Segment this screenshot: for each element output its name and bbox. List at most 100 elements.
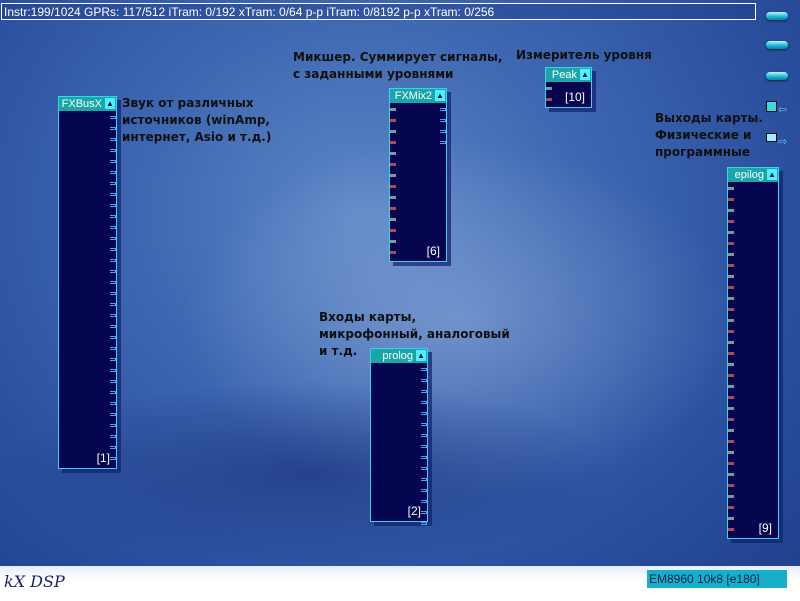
input-pin[interactable]: [390, 207, 396, 210]
output-pin[interactable]: [421, 401, 427, 404]
input-pin[interactable]: [390, 108, 396, 111]
input-pin[interactable]: [390, 185, 396, 188]
output-pin[interactable]: [110, 182, 116, 185]
output-pin[interactable]: [110, 413, 116, 416]
output-pin[interactable]: [110, 358, 116, 361]
input-pin[interactable]: [728, 451, 734, 454]
output-pin[interactable]: [440, 119, 446, 122]
input-pin[interactable]: [728, 330, 734, 333]
input-pin[interactable]: [728, 242, 734, 245]
output-pin[interactable]: [110, 116, 116, 119]
collapse-arrow-icon[interactable]: ▲: [580, 69, 590, 80]
output-pin[interactable]: [110, 270, 116, 273]
input-pin[interactable]: [728, 231, 734, 234]
input-pin[interactable]: [728, 374, 734, 377]
input-pin[interactable]: [728, 264, 734, 267]
input-pin[interactable]: [728, 297, 734, 300]
output-pin[interactable]: [421, 467, 427, 470]
input-pin[interactable]: [728, 198, 734, 201]
input-pin[interactable]: [728, 418, 734, 421]
output-pin[interactable]: [110, 138, 116, 141]
input-pin[interactable]: [728, 495, 734, 498]
output-pin[interactable]: [421, 390, 427, 393]
output-pin[interactable]: [110, 248, 116, 251]
input-pin[interactable]: [390, 163, 396, 166]
output-pin[interactable]: [110, 347, 116, 350]
output-pin[interactable]: [110, 292, 116, 295]
output-pin[interactable]: [110, 369, 116, 372]
output-pin[interactable]: [110, 127, 116, 130]
collapse-arrow-icon[interactable]: ▲: [105, 98, 115, 109]
input-pin[interactable]: [728, 407, 734, 410]
menu-button-3[interactable]: [766, 72, 788, 80]
input-pin[interactable]: [728, 319, 734, 322]
output-pin[interactable]: [110, 446, 116, 449]
block-title[interactable]: FXMix2 ▲: [390, 89, 446, 103]
input-pin[interactable]: [390, 240, 396, 243]
input-pin[interactable]: [728, 506, 734, 509]
input-pin[interactable]: [728, 363, 734, 366]
input-pin[interactable]: [390, 141, 396, 144]
output-pin[interactable]: [440, 130, 446, 133]
output-pin[interactable]: [421, 412, 427, 415]
input-pin[interactable]: [728, 429, 734, 432]
output-pin[interactable]: [440, 108, 446, 111]
input-pin[interactable]: [390, 174, 396, 177]
input-pin[interactable]: [390, 229, 396, 232]
input-pin[interactable]: [390, 251, 396, 254]
output-pin[interactable]: [110, 336, 116, 339]
output-pin[interactable]: [110, 325, 116, 328]
input-pin[interactable]: [728, 286, 734, 289]
output-pin[interactable]: [421, 434, 427, 437]
output-pin[interactable]: [110, 402, 116, 405]
output-pin[interactable]: [110, 160, 116, 163]
input-pin[interactable]: [728, 308, 734, 311]
input-pin[interactable]: [390, 196, 396, 199]
input-pin[interactable]: [728, 440, 734, 443]
input-pin[interactable]: [390, 119, 396, 122]
menu-button-2[interactable]: [766, 41, 788, 49]
output-pin[interactable]: [110, 380, 116, 383]
dsp-block-prolog[interactable]: prolog ▲ [2]: [370, 348, 428, 525]
input-pin[interactable]: [728, 385, 734, 388]
input-pin[interactable]: [546, 87, 552, 90]
output-pin[interactable]: [110, 457, 116, 460]
input-pin[interactable]: [546, 98, 552, 101]
output-pin[interactable]: [421, 423, 427, 426]
output-pin[interactable]: [421, 379, 427, 382]
input-pin[interactable]: [728, 462, 734, 465]
output-pin[interactable]: [421, 511, 427, 514]
output-pin[interactable]: [421, 456, 427, 459]
output-pin[interactable]: [110, 303, 116, 306]
dsp-block-fxbusx[interactable]: FXBusX ▲ [1]: [58, 96, 117, 469]
output-pin[interactable]: [440, 141, 446, 144]
output-pin[interactable]: [110, 237, 116, 240]
open-button[interactable]: ⇨: [766, 133, 792, 149]
output-pin[interactable]: [421, 478, 427, 481]
block-title[interactable]: epilog ▲: [728, 168, 778, 182]
save-button[interactable]: ⇦: [766, 101, 792, 117]
output-pin[interactable]: [110, 193, 116, 196]
output-pin[interactable]: [110, 314, 116, 317]
collapse-arrow-icon[interactable]: ▲: [767, 169, 777, 180]
output-pin[interactable]: [110, 435, 116, 438]
input-pin[interactable]: [728, 209, 734, 212]
input-pin[interactable]: [390, 130, 396, 133]
dsp-block-epilog[interactable]: epilog ▲ [9]: [727, 167, 779, 539]
input-pin[interactable]: [728, 396, 734, 399]
input-pin[interactable]: [728, 275, 734, 278]
input-pin[interactable]: [728, 484, 734, 487]
input-pin[interactable]: [728, 341, 734, 344]
output-pin[interactable]: [110, 204, 116, 207]
output-pin[interactable]: [421, 489, 427, 492]
output-pin[interactable]: [110, 226, 116, 229]
collapse-arrow-icon[interactable]: ▲: [435, 90, 445, 101]
input-pin[interactable]: [390, 152, 396, 155]
output-pin[interactable]: [110, 281, 116, 284]
output-pin[interactable]: [421, 522, 427, 525]
output-pin[interactable]: [421, 500, 427, 503]
output-pin[interactable]: [110, 424, 116, 427]
input-pin[interactable]: [390, 218, 396, 221]
input-pin[interactable]: [728, 473, 734, 476]
input-pin[interactable]: [728, 187, 734, 190]
